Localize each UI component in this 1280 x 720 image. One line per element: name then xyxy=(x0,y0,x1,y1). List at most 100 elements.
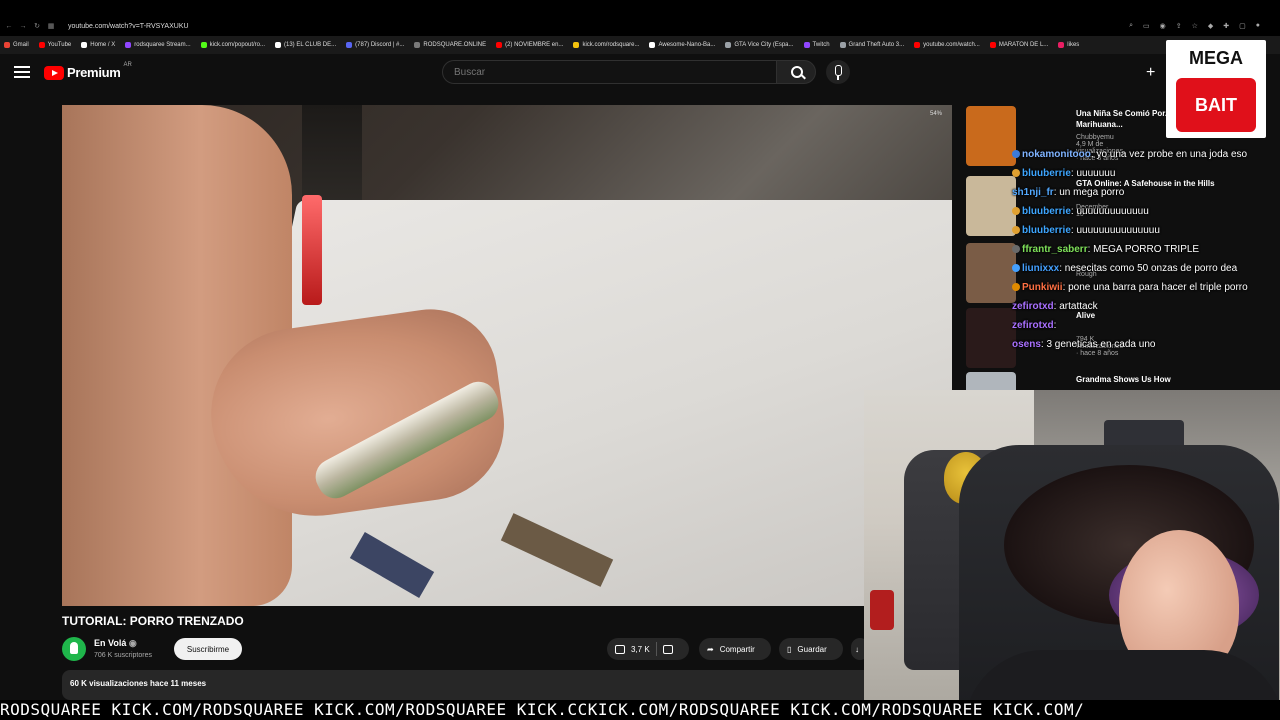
bookmark-item[interactable]: YouTube xyxy=(38,42,71,48)
bookmark-favicon-icon xyxy=(573,42,580,48)
chat-badge-icon xyxy=(1012,169,1020,178)
recommendation-channel: Chubbyemu xyxy=(1076,134,1114,141)
chat-badge-icon xyxy=(1012,150,1020,159)
recommendation-thumbnail[interactable] xyxy=(966,308,1016,368)
bookmark-item[interactable]: Grand Theft Auto 3... xyxy=(839,42,904,48)
create-icon[interactable]: + xyxy=(1146,64,1155,82)
channel-name[interactable]: En Volá ◉ xyxy=(94,638,137,649)
url-bar[interactable]: youtube.com/watch?v=T-RVSYAXUKU xyxy=(68,23,189,30)
save-button[interactable]: ▯ Guardar xyxy=(779,638,843,660)
bookmark-favicon-icon xyxy=(4,42,10,48)
bookmark-label: likes xyxy=(1067,42,1080,48)
chat-message: zefirotxd: xyxy=(1012,317,1262,334)
bookmark-item[interactable]: Home / X xyxy=(81,42,115,48)
chat-message: bluuberrie: uuuuuuuuuuuuu xyxy=(1012,203,1262,220)
voice-search-button[interactable] xyxy=(826,60,850,84)
mega-bait-badge: MEGA BAIT xyxy=(1166,40,1266,138)
reload-icon[interactable]: ↻ xyxy=(32,22,42,30)
chat-text: : artattack xyxy=(1053,301,1098,312)
chat-username[interactable]: bluuberrie xyxy=(1022,206,1071,217)
channel-avatar[interactable] xyxy=(62,637,86,661)
bookmark-item[interactable]: (2) NOVIEMBRE en... xyxy=(496,42,563,48)
star-icon[interactable]: ☆ xyxy=(1192,22,1198,30)
chat-badge-icon xyxy=(1012,264,1020,273)
profile-icon[interactable]: ● xyxy=(1256,22,1260,30)
back-icon[interactable]: ← xyxy=(4,23,14,30)
window-icon[interactable]: ▢ xyxy=(1239,22,1246,30)
chat-username[interactable]: sh1nji_fr xyxy=(1012,187,1054,198)
bookmark-label: RODSQUARE.ONLINE xyxy=(423,42,487,48)
apps-icon[interactable]: ▦ xyxy=(46,22,56,30)
bookmark-label: kick.com/popout/ro... xyxy=(209,42,265,48)
bookmark-item[interactable]: Twitch xyxy=(803,42,830,48)
bookmark-icon: ▯ xyxy=(787,644,792,654)
video-player[interactable]: 54% xyxy=(62,105,952,606)
extension-icon[interactable]: ◆ xyxy=(1208,22,1213,30)
cast-icon[interactable]: ▭ xyxy=(1143,22,1150,30)
bookmark-item[interactable]: likes xyxy=(1058,42,1079,48)
search-input[interactable] xyxy=(452,66,756,79)
chat-message: bluuberrie: uuuuuuuuuuuuuuu xyxy=(1012,222,1262,239)
bookmark-label: Gmail xyxy=(13,42,29,48)
youtube-logo[interactable]: Premium AR xyxy=(44,62,132,80)
chat-overlay: nokamonitooo: yo una vez probe en una jo… xyxy=(1012,146,1262,355)
chat-username[interactable]: bluuberrie xyxy=(1022,168,1071,179)
bookmark-favicon-icon xyxy=(200,42,207,48)
bookmark-item[interactable]: Awesome-Nano-Ba... xyxy=(649,42,715,48)
puzzle-icon[interactable]: ✚ xyxy=(1223,22,1229,30)
bookmark-item[interactable]: GTA Vice City (Espa... xyxy=(725,42,794,48)
youtube-header: Premium AR + xyxy=(0,54,1280,94)
recommendation-thumbnail[interactable] xyxy=(966,106,1016,166)
chat-username[interactable]: ffrantr_saberr xyxy=(1022,244,1088,255)
mega-bait-line2: BAIT xyxy=(1176,78,1256,132)
recommendation-thumbnail[interactable] xyxy=(966,176,1016,236)
chat-text: : nesecitas como 50 onzas de porro dea xyxy=(1059,263,1238,274)
bookmark-item[interactable]: youtube.com/watch... xyxy=(914,42,980,48)
bookmark-label: (787) Discord | #... xyxy=(355,42,405,48)
chat-username[interactable]: bluuberrie xyxy=(1022,225,1071,236)
subscriber-count: 706 K suscriptores xyxy=(94,652,152,659)
bookmark-label: (2) NOVIEMBRE en... xyxy=(505,42,564,48)
share-icon[interactable]: ⇪ xyxy=(1176,22,1182,30)
share-label: Compartir xyxy=(719,644,755,654)
bookmark-favicon-icon xyxy=(803,42,810,48)
eye-icon[interactable]: ◉ xyxy=(1160,22,1166,30)
bookmark-item[interactable]: MARATON DE L... xyxy=(989,42,1048,48)
bookmarks-bar: Gmail YouTube Home / X rodsquaree Stream...… xyxy=(0,36,1280,54)
chat-username[interactable]: nokamonitooo xyxy=(1022,149,1091,160)
chat-username[interactable]: osens xyxy=(1012,339,1041,350)
search-icon xyxy=(791,66,803,78)
bookmark-item[interactable]: (13) EL CLUB DE... xyxy=(275,42,336,48)
bookmark-favicon-icon xyxy=(649,42,656,48)
dislike-icon[interactable] xyxy=(662,644,673,654)
chat-text: : uuuuuuuuuuuuu xyxy=(1070,206,1149,217)
recommendation-thumbnail[interactable] xyxy=(966,243,1016,303)
bookmark-favicon-icon xyxy=(81,42,88,48)
forward-icon[interactable]: → xyxy=(18,23,28,30)
bookmark-label: rodsquaree Stream... xyxy=(134,42,191,48)
menu-icon[interactable] xyxy=(14,66,30,78)
like-dislike-group: 3,7 K xyxy=(607,638,689,660)
subscribe-button[interactable]: Suscribirme xyxy=(174,638,242,660)
bookmark-item[interactable]: (787) Discord | #... xyxy=(346,42,404,48)
stream-ticker: RODSQUAREE KICK.COM/RODSQUAREE KICK.COM/… xyxy=(0,700,1280,720)
like-count[interactable]: 3,7 K xyxy=(631,645,650,654)
bookmark-item[interactable]: rodsquaree Stream... xyxy=(125,42,191,48)
zoom-icon[interactable]: ⌕ xyxy=(1129,22,1133,30)
chat-username[interactable]: zefirotxd xyxy=(1012,320,1054,331)
bookmark-favicon-icon xyxy=(839,42,846,48)
bookmark-favicon-icon xyxy=(414,42,421,48)
bookmark-item[interactable]: kick.com/popout/ro... xyxy=(200,42,265,48)
bookmark-item[interactable]: RODSQUARE.ONLINE xyxy=(414,42,486,48)
bookmark-item[interactable]: Gmail xyxy=(4,42,29,48)
chat-username[interactable]: liunixxx xyxy=(1022,263,1059,274)
like-icon[interactable] xyxy=(615,644,625,654)
recommendation-title[interactable]: Grandma Shows Us How xyxy=(1076,374,1266,385)
share-button[interactable]: ➦ Compartir xyxy=(699,638,771,660)
chat-username[interactable]: zefirotxd xyxy=(1012,301,1054,312)
search-button[interactable] xyxy=(776,60,816,84)
chat-username[interactable]: Punkiwii xyxy=(1022,282,1063,293)
webcam-overlay xyxy=(864,390,1280,720)
bookmark-item[interactable]: kick.com/rodsquare... xyxy=(573,42,639,48)
video-overlay-text: 54% xyxy=(929,111,942,117)
